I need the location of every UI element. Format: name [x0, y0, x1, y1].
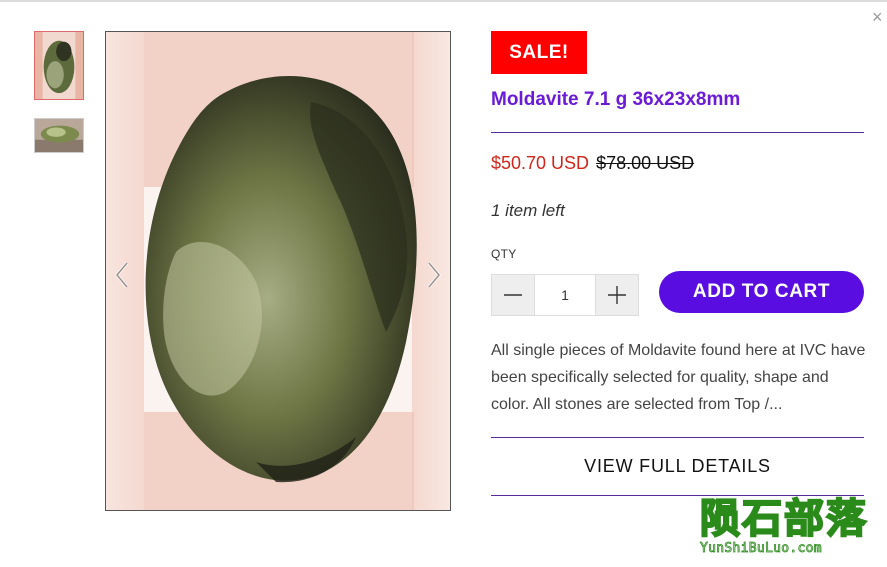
watermark-url: YunShiBuLuo.com: [700, 541, 822, 557]
minus-icon: [504, 294, 522, 296]
product-description: All single pieces of Moldavite found her…: [491, 342, 866, 413]
thumbnail-moldavite-side[interactable]: [34, 118, 84, 153]
divider: [491, 132, 864, 133]
qty-increase-button[interactable]: [596, 275, 638, 315]
qty-label: QTY: [491, 247, 517, 261]
chevron-right-icon: [427, 262, 441, 288]
site-watermark: 陨石部落 YunShiBuLuo.com: [699, 496, 880, 557]
gallery-prev-button[interactable]: [111, 258, 133, 292]
moldavite-photo: [106, 32, 450, 510]
qty-decrease-button[interactable]: [492, 275, 534, 315]
moldavite-thumbnail-image: [35, 119, 83, 152]
plus-icon: [608, 286, 626, 304]
sale-badge: SALE!: [491, 31, 587, 74]
quantity-stepper: [491, 274, 639, 316]
gallery-next-button[interactable]: [423, 258, 445, 292]
watermark-logo-text: 陨石部落: [699, 496, 868, 542]
compare-price: $78.00 USD: [596, 153, 695, 173]
add-to-cart-button[interactable]: ADD TO CART: [659, 271, 864, 313]
quantity-input[interactable]: [534, 275, 596, 315]
close-icon[interactable]: ×: [872, 8, 883, 26]
top-divider: [0, 0, 887, 2]
stock-status: 1 item left: [491, 201, 565, 220]
product-title[interactable]: Moldavite 7.1 g 36x23x8mm: [491, 89, 740, 111]
thumbnail-moldavite-front[interactable]: [34, 31, 84, 100]
moldavite-thumbnail-image: [35, 32, 83, 99]
sale-price: $50.70 USD: [491, 153, 590, 173]
view-full-details-link[interactable]: VIEW FULL DETAILS: [491, 456, 864, 477]
divider: [491, 437, 864, 438]
chevron-left-icon: [115, 262, 129, 288]
price-row: $50.70 USD $78.00 USD: [491, 153, 694, 174]
product-main-image: [105, 31, 451, 511]
